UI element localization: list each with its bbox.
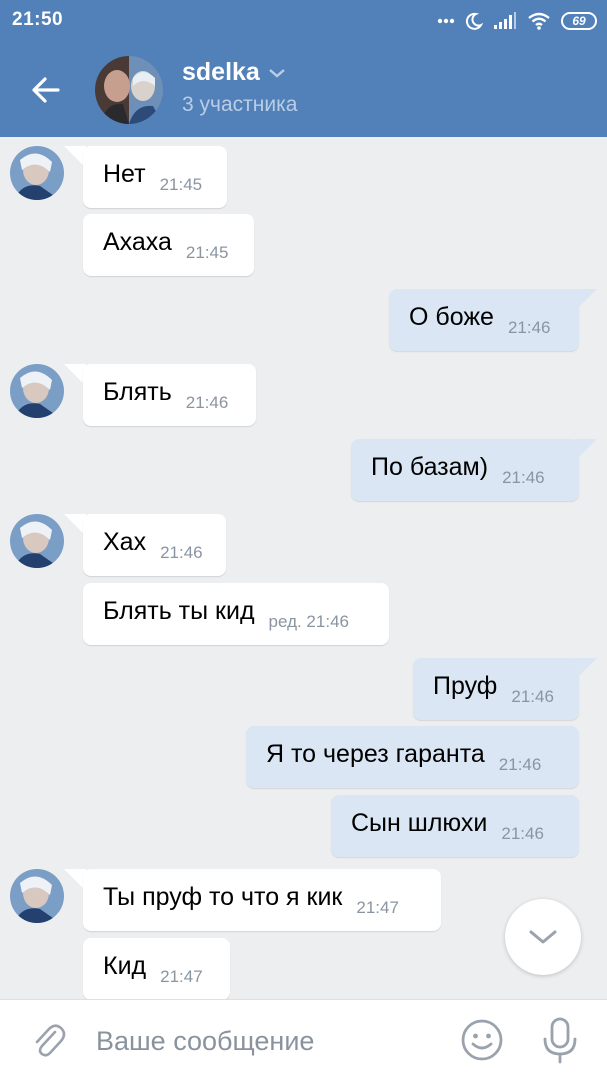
bubble-tail [575, 439, 597, 461]
message-text: Кид [103, 951, 147, 980]
message-bubble[interactable]: Хах 21:46 [83, 514, 226, 576]
message-bubble[interactable]: Нет 21:45 [83, 146, 227, 208]
message-time: 21:46 [498, 755, 542, 774]
message-text: Хах [103, 527, 147, 556]
bubble-tail [575, 289, 597, 311]
status-time: 21:50 [12, 9, 64, 30]
chat-title-text: sdelka [182, 58, 260, 86]
chat-title[interactable]: sdelka [182, 58, 286, 87]
battery-icon: 69 [561, 12, 597, 30]
message-text: Блять ты кид [103, 596, 255, 625]
message-time: 21:46 [507, 318, 551, 337]
message-list[interactable]: Нет 21:45 Ахаха 21:45 О боже 21:46 Блять… [0, 137, 607, 999]
scroll-down-icon [529, 930, 557, 944]
more-dots-icon [437, 18, 455, 24]
scroll-down-button[interactable] [505, 899, 581, 975]
message-time: ред. 21:46 [268, 612, 349, 631]
moon-icon [465, 12, 483, 30]
message-text: Ахаха [103, 227, 172, 256]
message-bubble[interactable]: Сын шлюхи 21:46 [331, 795, 579, 857]
chat-header: 21:50 69 sdelka 3 участника [0, 0, 607, 137]
message-time: 21:47 [356, 898, 399, 917]
message-time: 21:46 [502, 468, 545, 487]
message-text: Блять [103, 377, 172, 406]
message-time: 21:47 [160, 967, 203, 986]
chevron-down-icon [269, 68, 285, 78]
message-bubble[interactable]: Блять 21:46 [83, 364, 256, 426]
message-bubble[interactable]: Кид 21:47 [83, 938, 230, 999]
chat-members-count: 3 участника [182, 93, 298, 116]
battery-level: 69 [561, 12, 597, 30]
message-time: 21:45 [185, 243, 229, 262]
signal-icon [494, 12, 516, 29]
message-time: 21:45 [159, 175, 203, 194]
sender-avatar[interactable] [10, 869, 64, 923]
paperclip-icon[interactable] [28, 1020, 68, 1060]
sender-avatar[interactable] [10, 514, 64, 568]
message-bubble[interactable]: По базам) 21:46 [351, 439, 579, 501]
emoji-icon[interactable] [460, 1018, 504, 1062]
chat-avatar[interactable] [95, 56, 163, 124]
message-time: 21:46 [511, 687, 554, 706]
microphone-icon[interactable] [540, 1016, 580, 1064]
message-bubble[interactable]: Ты пруф то что я кик 21:47 [83, 869, 441, 931]
message-text: Ты пруф то что я кик [103, 882, 343, 911]
back-arrow-icon[interactable] [26, 70, 66, 110]
sender-avatar[interactable] [10, 146, 64, 200]
bubble-tail [575, 658, 597, 680]
message-text: О боже [409, 302, 494, 331]
message-text: Сын шлюхи [351, 808, 488, 837]
message-bubble[interactable]: Я то через гаранта 21:46 [246, 726, 579, 788]
message-bubble[interactable]: Блять ты кид ред. 21:46 [83, 583, 389, 645]
status-icons: 69 [437, 9, 597, 33]
message-text: Пруф [433, 671, 498, 700]
message-time: 21:46 [160, 543, 203, 562]
message-bubble[interactable]: Ахаха 21:45 [83, 214, 254, 276]
message-text: Нет [103, 159, 146, 188]
message-time: 21:46 [185, 393, 229, 412]
wifi-icon [528, 12, 550, 30]
status-bar: 21:50 69 [0, 0, 607, 42]
message-bubble[interactable]: О боже 21:46 [389, 289, 579, 351]
message-time: 21:46 [501, 824, 544, 843]
message-input-bar: Ваше сообщение [0, 999, 607, 1080]
sender-avatar[interactable] [10, 364, 64, 418]
message-text: Я то через гаранта [266, 739, 485, 768]
message-input[interactable]: Ваше сообщение [96, 1026, 314, 1057]
message-text: По базам) [371, 452, 489, 481]
message-bubble[interactable]: Пруф 21:46 [413, 658, 579, 720]
